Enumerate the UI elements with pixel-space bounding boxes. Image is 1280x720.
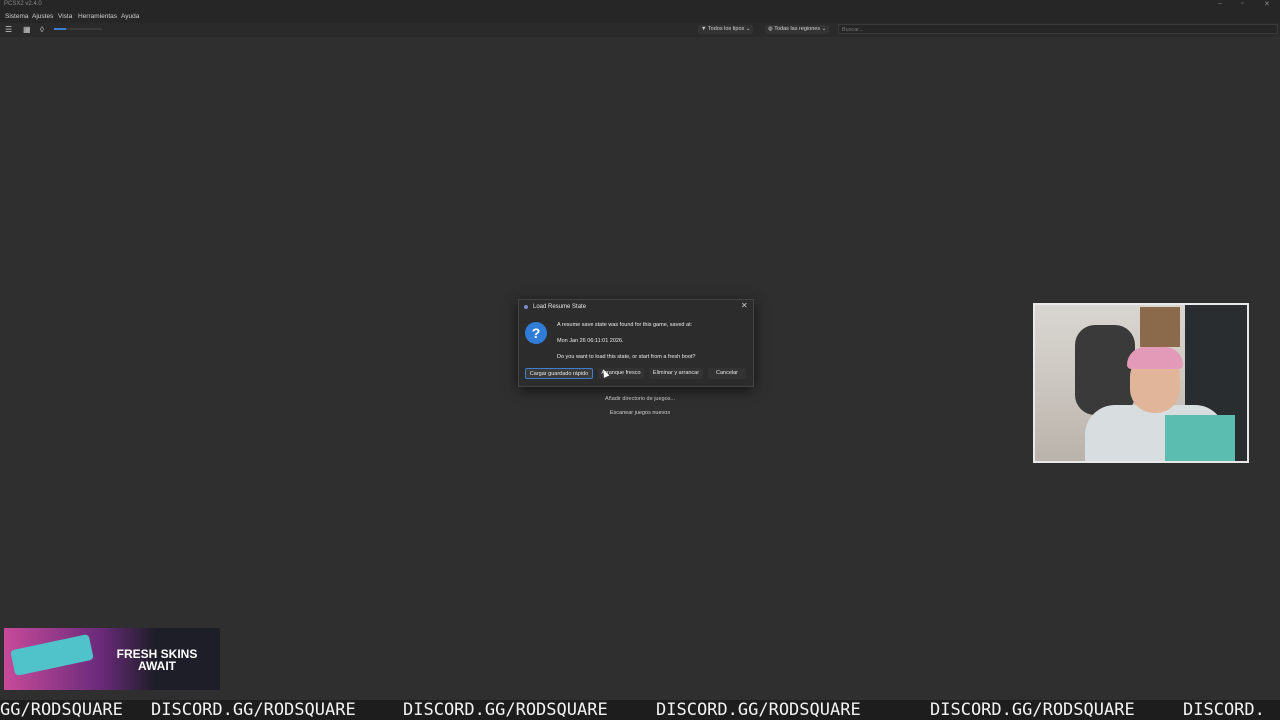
ticker-text: DISCORD.GG/RODSQUARE bbox=[151, 700, 356, 720]
search-input[interactable]: Buscar... bbox=[838, 24, 1278, 34]
ticker-text: DISCORD.GG/RODSQUARE bbox=[656, 700, 861, 720]
delete-and-boot-button[interactable]: Eliminar y arrancar bbox=[649, 368, 703, 379]
resume-state-dialog: Load Resume State ✕ ? A resume save stat… bbox=[518, 299, 754, 387]
chevron-down-icon: ⌄ bbox=[821, 26, 827, 32]
region-filter-dropdown[interactable]: ◍ Todas las regiones ⌄ bbox=[765, 25, 830, 34]
dialog-question: Do you want to load this state, or start… bbox=[557, 354, 696, 360]
weapon-skin-graphic bbox=[10, 633, 94, 677]
window-title: PCSX2 v2.4.0 bbox=[4, 1, 42, 7]
chair-graphic bbox=[1075, 325, 1135, 415]
ticker-text: DISCORD.GG/RODSQUARE bbox=[403, 700, 608, 720]
type-filter-label: Todos los tipos bbox=[707, 26, 745, 32]
ticker-text: DISCORD.GG/RODSQUARE bbox=[930, 700, 1135, 720]
promo-line-2: AWAIT bbox=[138, 659, 176, 673]
scan-games-link[interactable]: Escanear juegos nuevos bbox=[560, 410, 720, 416]
zoom-slider-fill bbox=[54, 28, 66, 30]
close-icon[interactable]: ✕ bbox=[741, 302, 748, 310]
menu-ayuda[interactable]: Ayuda bbox=[121, 13, 139, 20]
close-window-icon[interactable]: ✕ bbox=[1264, 0, 1270, 8]
title-bar: PCSX2 v2.4.0 – ▫ ✕ bbox=[0, 0, 1280, 10]
hat-graphic bbox=[1127, 347, 1183, 369]
search-placeholder: Buscar... bbox=[842, 27, 864, 33]
region-filter-label: Todas las regiones bbox=[774, 26, 821, 32]
type-filter-dropdown[interactable]: ▼ Todos los tipos ⌄ bbox=[698, 25, 754, 34]
maximize-icon[interactable]: ▫ bbox=[1241, 0, 1243, 7]
app-logo-icon bbox=[524, 305, 528, 309]
cover-icon[interactable]: ◊ bbox=[40, 26, 44, 34]
dialog-message: A resume save state was found for this g… bbox=[557, 322, 693, 328]
menu-sistema[interactable]: Sistema bbox=[5, 13, 28, 20]
zoom-slider[interactable] bbox=[54, 28, 102, 30]
webcam-overlay bbox=[1033, 303, 1249, 463]
dialog-timestamp: Mon Jan 26 06:11:01 2026. bbox=[557, 338, 624, 344]
add-directory-link[interactable]: Añadir directorio de juegos... bbox=[560, 396, 720, 402]
promo-banner: FRESH SKINS AWAIT bbox=[4, 628, 220, 690]
menu-bar: Sistema Ajustes Vista Herramientas Ayuda bbox=[0, 10, 1280, 23]
minimize-icon[interactable]: – bbox=[1218, 0, 1222, 7]
menu-vista[interactable]: Vista bbox=[58, 13, 72, 20]
filter-icon: ▼ bbox=[701, 26, 707, 32]
blanket-graphic bbox=[1165, 415, 1235, 461]
ticker-bar: GG/RODSQUARE DISCORD.GG/RODSQUARE DISCOR… bbox=[0, 700, 1280, 720]
ticker-text: GG/RODSQUARE bbox=[0, 700, 123, 720]
chevron-down-icon: ⌄ bbox=[745, 26, 751, 32]
ticker-text: DISCORD. bbox=[1183, 700, 1265, 720]
question-icon: ? bbox=[525, 322, 547, 344]
cancel-button[interactable]: Cancelar bbox=[708, 368, 746, 379]
menu-herramientas[interactable]: Herramientas bbox=[78, 13, 117, 20]
grid-view-icon[interactable]: ▦ bbox=[23, 26, 31, 34]
dialog-title: Load Resume State bbox=[533, 304, 587, 310]
load-state-button[interactable]: Cargar guardado rápido bbox=[525, 368, 593, 379]
menu-ajustes[interactable]: Ajustes bbox=[32, 13, 53, 20]
shelf-graphic bbox=[1140, 307, 1180, 347]
globe-icon: ◍ bbox=[768, 26, 773, 32]
list-view-icon[interactable]: ☰ bbox=[5, 26, 12, 34]
